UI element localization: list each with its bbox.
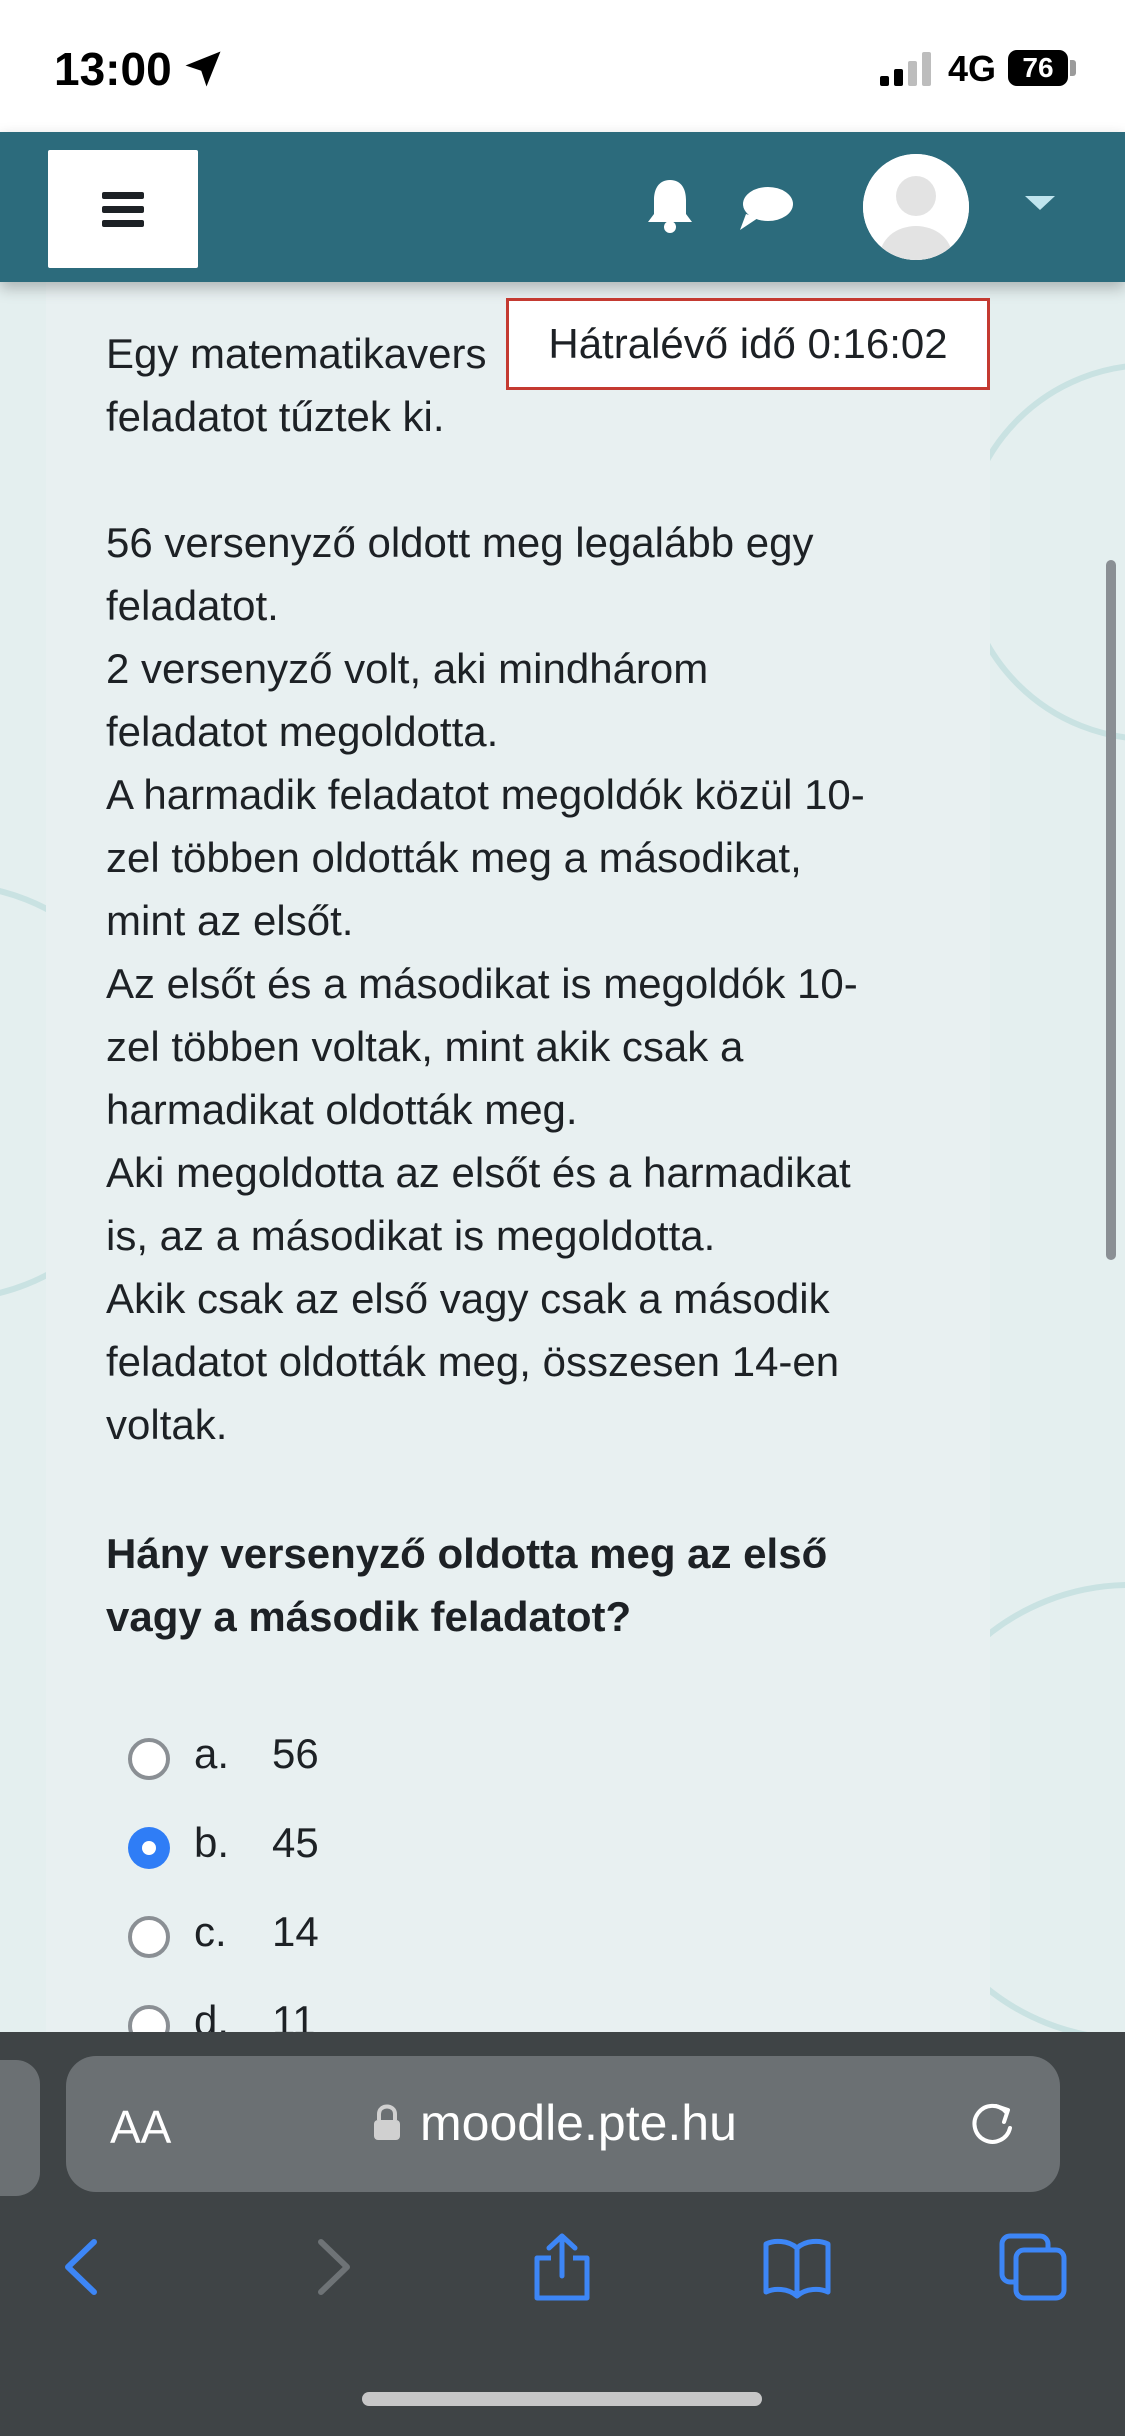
hamburger-icon-line	[102, 220, 144, 227]
battery-icon: 76	[1008, 50, 1068, 86]
home-indicator[interactable]	[362, 2392, 762, 2406]
scrollbar[interactable]	[1106, 560, 1116, 1260]
back-icon[interactable]	[50, 2232, 120, 2302]
content-area: Egy matematikavers feladatot tűztek ki. …	[0, 282, 1125, 2032]
question-line: feladatot tűztek ki.	[106, 393, 445, 440]
question-line: is, az a másodikat is megoldotta.	[106, 1212, 716, 1259]
browser-toolbar: AA moodle.pte.hu	[0, 2032, 1125, 2436]
battery-cap	[1070, 60, 1076, 76]
forward-icon[interactable]	[295, 2232, 365, 2302]
status-bar: 13:00 4G 76	[0, 0, 1125, 132]
question-line: Akik csak az első vagy csak a második	[106, 1275, 830, 1322]
answer-option-c[interactable]: c. 14	[128, 1900, 528, 1970]
radio-button-checked[interactable]	[128, 1827, 170, 1869]
prompt-line: Hány versenyző oldotta meg az első	[106, 1530, 828, 1577]
question-prompt: Hány versenyző oldotta meg az első vagy …	[106, 1522, 926, 1648]
question-line: feladatot megoldotta.	[106, 708, 499, 755]
question-line: feladatot.	[106, 582, 279, 629]
navbar	[0, 132, 1125, 282]
address-bar[interactable]: AA moodle.pte.hu	[66, 2056, 1060, 2192]
option-value: 14	[272, 1908, 319, 1955]
text-size-button[interactable]: AA	[110, 2100, 171, 2154]
time-remaining-box: Hátralévő idő 0:16:02	[506, 298, 990, 390]
reload-icon[interactable]	[966, 2098, 1018, 2150]
prompt-line: vagy a második feladatot?	[106, 1593, 632, 1640]
option-value: 45	[272, 1819, 319, 1866]
avatar[interactable]	[863, 154, 969, 260]
answer-option-d[interactable]: d. 11	[128, 1989, 528, 2032]
option-value: 56	[272, 1730, 319, 1777]
chat-icon[interactable]	[738, 184, 794, 232]
question-line: feladatot oldották meg, összesen 14-en	[106, 1338, 840, 1385]
question-line: 56 versenyző oldott meg legalább egy	[106, 519, 814, 566]
hamburger-menu-button[interactable]	[48, 150, 198, 268]
caret-down-icon[interactable]	[1025, 194, 1055, 212]
question-line: Aki megoldotta az elsőt és a harmadikat	[106, 1149, 851, 1196]
question-line: Az elsőt és a másodikat is megoldók 10-	[106, 960, 858, 1007]
lock-icon	[374, 2104, 400, 2140]
radio-button[interactable]	[128, 1738, 170, 1780]
option-letter: a.	[194, 1730, 230, 1777]
hamburger-icon	[102, 192, 144, 199]
location-arrow-icon	[185, 51, 221, 87]
question-line: A harmadik feladatot megoldók közül 10-	[106, 771, 865, 818]
network-label: 4G	[948, 48, 997, 89]
question-line: mint az elsőt.	[106, 897, 354, 944]
hamburger-icon-line	[102, 206, 144, 213]
share-icon[interactable]	[527, 2232, 597, 2302]
option-letter: d.	[194, 1997, 230, 2032]
option-value: 11	[272, 1997, 316, 2032]
signal-icon	[880, 52, 931, 86]
question-line: 2 versenyző volt, aki mindhárom	[106, 645, 709, 692]
question-line: harmadikat oldották meg.	[106, 1086, 578, 1133]
question-text: Egy matematikavers feladatot tűztek ki. …	[106, 322, 946, 1456]
radio-button[interactable]	[128, 2005, 170, 2032]
user-icon	[863, 154, 969, 260]
bell-icon[interactable]	[644, 176, 696, 234]
question-line: voltak.	[106, 1401, 228, 1448]
tabs-icon[interactable]	[998, 2232, 1068, 2302]
option-letter: c.	[194, 1908, 227, 1955]
option-letter: b.	[194, 1819, 230, 1866]
previous-tab-peek[interactable]	[0, 2060, 40, 2196]
question-line: zel többen voltak, mint akik csak a	[106, 1023, 744, 1070]
status-time: 13:00	[54, 43, 172, 95]
url-text[interactable]: moodle.pte.hu	[420, 2094, 737, 2152]
question-line: zel többen oldották meg a másodikat,	[106, 834, 802, 881]
radio-button[interactable]	[128, 1916, 170, 1958]
answer-option-b[interactable]: b. 45	[128, 1811, 528, 1881]
bookmarks-icon[interactable]	[762, 2232, 832, 2302]
answer-option-a[interactable]: a. 56	[128, 1722, 528, 1792]
